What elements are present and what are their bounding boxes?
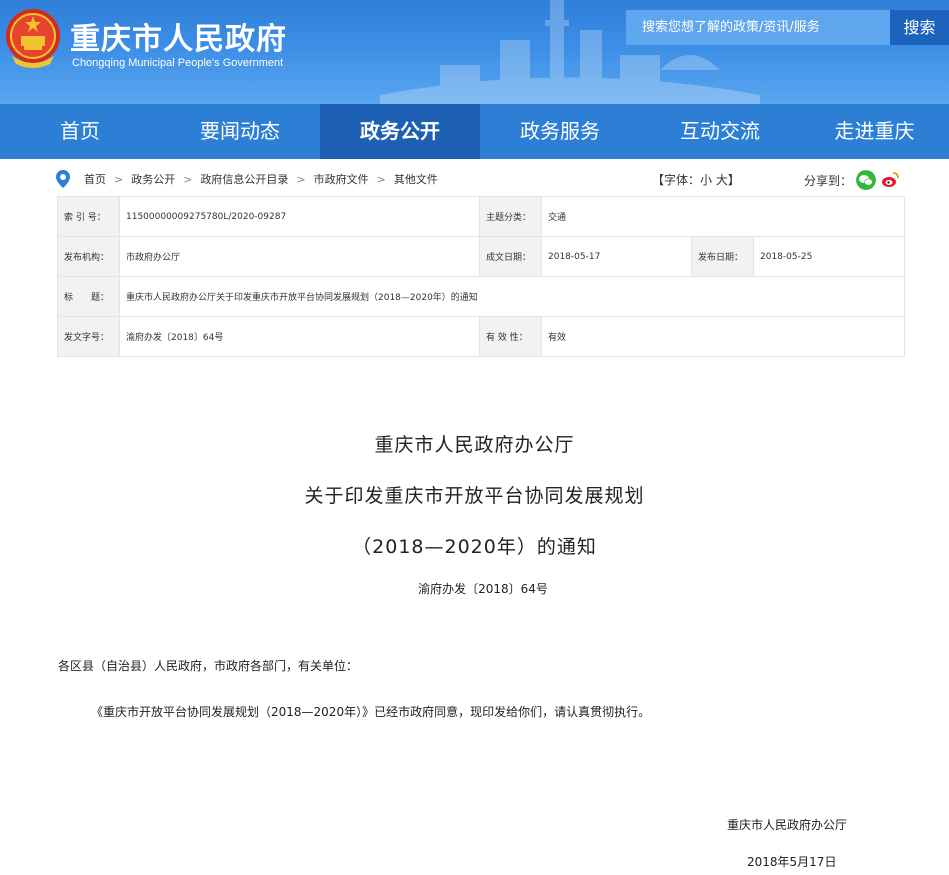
main-nav: 首页 要闻动态 政务公开 政务服务 互动交流 走进重庆 [0,104,949,159]
nav-item-interaction[interactable]: 互动交流 [640,104,800,159]
nav-item-home[interactable]: 首页 [0,104,160,159]
share-bar: 分享到： [804,170,901,190]
published-date-value: 2018-05-25 [753,236,905,277]
breadcrumb-separator: > [183,172,193,186]
site-header: 重庆市人民政府 Chongqing Municipal People's Gov… [0,0,949,104]
font-size-suffix: 】 [727,173,740,187]
document-body: 《重庆市开放平台协同发展规划（2018—2020年）》已经市政府同意，现印发给你… [91,705,651,719]
breadcrumb-open-government[interactable]: 政务公开 [131,171,175,187]
breadcrumb-separator: > [296,172,306,186]
validity-value: 有效 [541,316,905,357]
nav-item-services[interactable]: 政务服务 [480,104,640,159]
site-subtitle: Chongqing Municipal People's Government [72,57,284,69]
document-date: 2018年5月17日 [747,855,837,869]
weibo-icon[interactable] [880,170,901,190]
document-addressee: 各区县（自治县）人民政府，市政府各部门，有关单位： [58,659,359,673]
document-signature: 重庆市人民政府办公厅 [727,818,848,832]
nav-item-open-government[interactable]: 政务公开 [320,104,480,159]
breadcrumb: 首页 > 政务公开 > 政府信息公开目录 > 市政府文件 > 其他文件 [56,168,446,190]
index-label: 索 引 号： [57,196,120,237]
table-row: 索 引 号： 11500000009275780L/2020-09287 主题分… [57,196,905,237]
breadcrumb-separator: > [114,172,124,186]
document-title-line-3: （2018—2020年）的通知 [352,536,597,558]
table-row: 发布机构： 市政府办公厅 成文日期： 2018-05-17 发布日期： 2018… [57,236,905,277]
table-row: 标 题： 重庆市人民政府办公厅关于印发重庆市开放平台协同发展规划（2018—20… [57,276,905,317]
breadcrumb-city-documents[interactable]: 市政府文件 [314,171,369,187]
title-value: 重庆市人民政府办公厅关于印发重庆市开放平台协同发展规划（2018—2020年）的… [119,276,905,317]
search-input[interactable]: 搜索您想了解的政策/资讯/服务 [626,10,890,45]
table-row: 发文字号： 渝府办发〔2018〕64号 有 效 性： 有效 [57,316,905,357]
breadcrumb-home[interactable]: 首页 [84,171,106,187]
font-size-prefix: 【字体： [652,173,701,187]
wechat-icon[interactable] [856,170,877,190]
nav-item-about-chongqing[interactable]: 走进重庆 [800,104,949,159]
category-value: 交通 [541,196,905,237]
breadcrumb-directory[interactable]: 政府信息公开目录 [200,171,288,187]
index-value: 11500000009275780L/2020-09287 [119,196,480,237]
document-title-line-2: 关于印发重庆市开放平台协同发展规划 [304,485,645,507]
doc-number-label: 发文字号： [57,316,120,357]
font-size-small[interactable]: 小 [700,173,712,187]
breadcrumb-separator: > [376,172,386,186]
title-label: 标 题： [57,276,120,317]
national-emblem-icon [6,9,60,68]
doc-number-value: 渝府办发〔2018〕64号 [119,316,480,357]
issuer-label: 发布机构： [57,236,120,277]
font-size-large[interactable]: 大 [716,173,728,187]
search-button[interactable]: 搜索 [890,10,949,45]
nav-item-news[interactable]: 要闻动态 [160,104,320,159]
site-title: 重庆市人民政府 [70,22,287,57]
published-date-label: 发布日期： [691,236,754,277]
document-info-table: 索 引 号： 11500000009275780L/2020-09287 主题分… [57,196,905,357]
share-label: 分享到： [804,173,853,188]
category-label: 主题分类： [479,196,542,237]
written-date-label: 成文日期： [479,236,542,277]
location-pin-icon [56,170,70,188]
breadcrumb-other-documents[interactable]: 其他文件 [394,171,438,187]
issuer-value: 市政府办公厅 [119,236,480,277]
document-title-line-1: 重庆市人民政府办公厅 [374,434,575,456]
font-size-control: 【字体：小 大】 [652,171,740,188]
document-number: 渝府办发〔2018〕64号 [418,582,548,596]
written-date-value: 2018-05-17 [541,236,692,277]
validity-label: 有 效 性： [479,316,542,357]
